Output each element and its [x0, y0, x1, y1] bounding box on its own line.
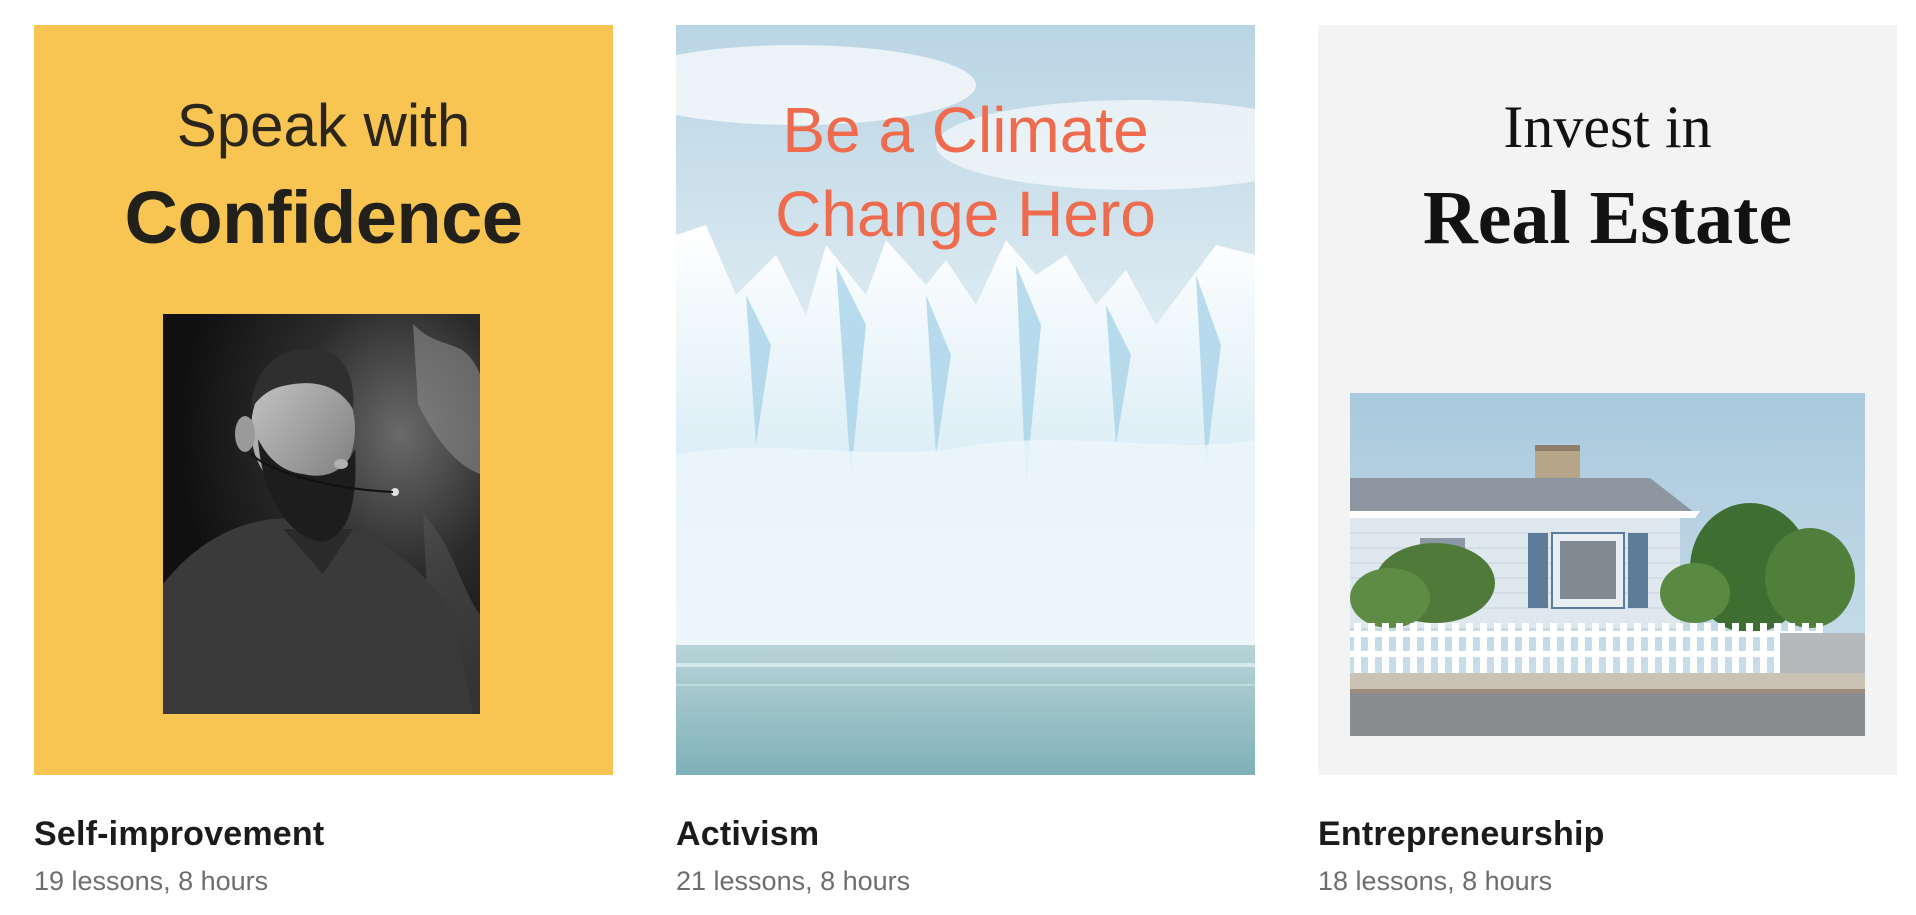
course-cover[interactable]: Invest in Real Estate	[1318, 25, 1897, 775]
cover-title-line2: Change Hero	[775, 178, 1156, 250]
cover-title-line1: Be a Climate	[782, 94, 1149, 166]
course-cover[interactable]: Speak with Confidence	[34, 25, 613, 775]
course-grid: Speak with Confidence Self-improvement 1…	[34, 25, 1897, 898]
house-image	[1350, 393, 1865, 736]
course-category[interactable]: Entrepreneurship	[1318, 814, 1897, 854]
course-details: 21 lessons, 8 hours	[676, 866, 911, 896]
speaker-portrait-image	[163, 314, 480, 714]
cover-title-line2: Real Estate	[1422, 176, 1793, 260]
cover-title: Be a Climate Change Hero	[676, 88, 1255, 256]
course-card-self-improvement[interactable]: Speak with Confidence Self-improvement 1…	[34, 25, 613, 898]
course-category[interactable]: Self-improvement	[34, 814, 613, 854]
course-cover[interactable]: Be a Climate Change Hero	[676, 25, 1255, 775]
course-card-entrepreneurship[interactable]: Invest in Real Estate Entrepreneurship 1…	[1318, 25, 1897, 898]
cover-title-line2: Confidence	[124, 176, 523, 259]
cover-title-line1: Speak with	[176, 92, 471, 159]
course-details: 19 lessons, 8 hours	[34, 866, 269, 896]
course-card-activism[interactable]: Be a Climate Change Hero Activism 21 les…	[676, 25, 1255, 898]
cover-title-line1: Invest in	[1503, 94, 1712, 160]
course-details: 18 lessons, 8 hours	[1318, 866, 1553, 896]
course-category[interactable]: Activism	[676, 814, 1255, 854]
